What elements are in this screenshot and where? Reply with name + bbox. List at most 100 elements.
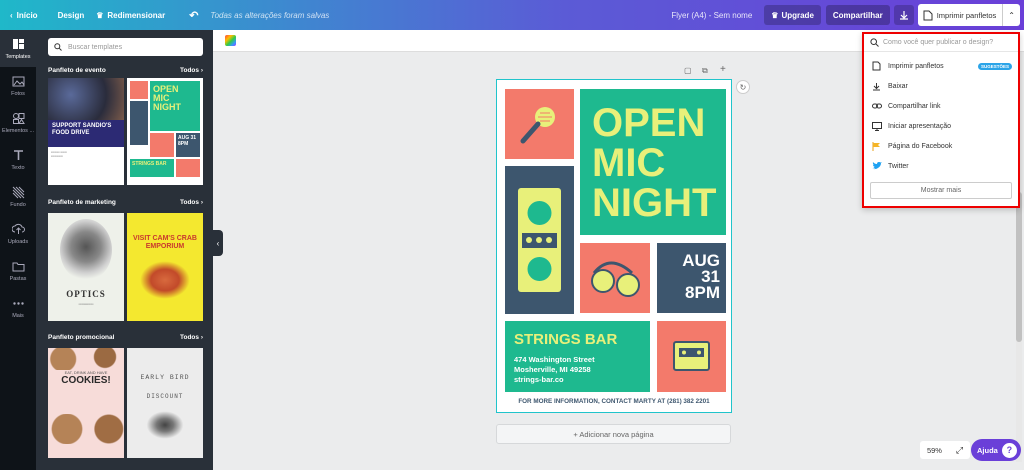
crown-icon: ♛ bbox=[96, 10, 104, 20]
rail-item-mais[interactable]: Mais bbox=[0, 289, 36, 326]
publish-search-input[interactable]: Como você quer publicar o design? bbox=[864, 34, 1018, 52]
print-doc-icon bbox=[872, 61, 881, 71]
venue-name: STRINGS BAR bbox=[514, 331, 618, 348]
design-page[interactable]: OPEN MIC NIGHT AUG 31 8PM STRINGS BAR 47… bbox=[496, 79, 732, 413]
publish-option-download[interactable]: Baixar bbox=[864, 76, 1018, 96]
address-line: 474 Washington Street bbox=[514, 355, 595, 364]
template-search-input[interactable]: Buscar templates bbox=[48, 38, 203, 56]
download-icon bbox=[873, 82, 880, 90]
headline-line: OPEN bbox=[592, 101, 706, 145]
template-thumbnail[interactable]: SUPPORT SANDIO'S FOOD DRIVE ▪▪▪▪▪▪▪▪ ▪▪▪… bbox=[48, 78, 124, 185]
microphone-tile[interactable] bbox=[505, 89, 574, 159]
headline-line: MIC bbox=[592, 141, 666, 185]
facebook-flag-icon bbox=[872, 141, 880, 151]
templates-icon bbox=[12, 38, 24, 49]
see-all-link[interactable]: Todos › bbox=[180, 199, 203, 206]
headphones-tile[interactable] bbox=[580, 243, 650, 313]
undo-button[interactable]: ↶ bbox=[183, 0, 204, 30]
download-icon bbox=[899, 11, 908, 20]
folder-icon bbox=[12, 262, 24, 271]
color-picker-icon[interactable] bbox=[225, 35, 236, 46]
share-button[interactable]: Compartilhar bbox=[825, 5, 890, 25]
link-icon bbox=[872, 103, 882, 109]
rail-item-fundo[interactable]: Fundo bbox=[0, 178, 36, 215]
headphones-icon bbox=[591, 261, 640, 297]
upload-icon bbox=[11, 223, 25, 234]
search-icon bbox=[870, 38, 879, 47]
publish-option-twitter[interactable]: Twitter bbox=[864, 156, 1018, 176]
zoom-control[interactable]: 59% ⤢ bbox=[920, 441, 970, 459]
rail-item-label: Elementos ... bbox=[1, 127, 35, 134]
download-button[interactable] bbox=[893, 5, 914, 25]
note-icon[interactable]: ▢ bbox=[684, 66, 692, 75]
left-rail: Templates Fotos Elementos ... Texto Fundo Upl… bbox=[0, 30, 36, 470]
date-line: 8PM bbox=[685, 283, 720, 302]
rotate-icon[interactable]: ↻ bbox=[736, 80, 750, 94]
document-name[interactable]: Flyer (A4) - Sem nome bbox=[665, 0, 758, 30]
section-header: Panfleto de marketing Todos › bbox=[48, 199, 203, 206]
photo-icon bbox=[12, 76, 24, 86]
chevron-up-icon[interactable]: ⌃ bbox=[1002, 4, 1015, 26]
date-tile[interactable]: AUG 31 8PM bbox=[657, 243, 726, 313]
chevron-left-icon: ‹ bbox=[10, 10, 13, 20]
print-flyers-button[interactable]: Imprimir panfletos ⌃ bbox=[917, 4, 1020, 26]
boombox-tile[interactable] bbox=[505, 166, 574, 314]
rail-item-uploads[interactable]: Uploads bbox=[0, 215, 36, 252]
top-bar: ‹ Início Design ♛ Redimensionar ↶ Todas as… bbox=[0, 0, 1024, 30]
save-status: Todas as alterações foram salvas bbox=[210, 10, 330, 20]
template-thumbnail[interactable]: EAT, DRINK AND HAVE COOKIES! bbox=[48, 348, 124, 458]
cassette-icon bbox=[673, 341, 710, 371]
rail-item-label: Texto bbox=[11, 164, 25, 171]
rail-item-texto[interactable]: Texto bbox=[0, 141, 36, 178]
publish-option-facebook[interactable]: Página do Facebook bbox=[864, 136, 1018, 156]
rail-item-label: Fundo bbox=[10, 201, 26, 208]
help-button[interactable]: Ajuda ? bbox=[971, 439, 1021, 461]
add-page-button[interactable]: + Adicionar nova página bbox=[496, 424, 731, 444]
section-header: Panfleto promocional Todos › bbox=[48, 334, 203, 341]
headline-line: NIGHT bbox=[592, 181, 717, 225]
rail-item-elementos[interactable]: Elementos ... bbox=[0, 104, 36, 141]
template-thumbnail[interactable]: EARLY BIRD DISCOUNT bbox=[127, 348, 203, 458]
print-doc-icon bbox=[923, 10, 933, 20]
rail-item-label: Mais bbox=[12, 312, 24, 319]
microphone-icon bbox=[520, 107, 555, 144]
publish-dropdown: Como você quer publicar o design? Imprim… bbox=[862, 32, 1020, 208]
design-menu[interactable]: Design bbox=[52, 0, 91, 30]
duplicate-page-icon[interactable]: ⧉ bbox=[702, 66, 708, 76]
suggestion-badge: SUGESTÕES bbox=[977, 62, 1012, 70]
rail-item-label: Uploads bbox=[7, 238, 29, 245]
templates-panel: Buscar templates Panfleto de evento Todos… bbox=[36, 30, 223, 470]
boombox-icon bbox=[518, 188, 561, 292]
rail-item-fotos[interactable]: Fotos bbox=[0, 67, 36, 104]
rail-item-pastas[interactable]: Pastas bbox=[0, 252, 36, 289]
rail-item-label: Fotos bbox=[11, 90, 25, 97]
publish-option-present[interactable]: Iniciar apresentação bbox=[864, 116, 1018, 136]
upgrade-button[interactable]: ♛ Upgrade bbox=[764, 5, 821, 25]
question-icon: ? bbox=[1001, 442, 1017, 458]
publish-option-print[interactable]: Imprimir panfletos SUGESTÕES bbox=[864, 56, 1018, 76]
venue-tile[interactable]: STRINGS BAR 474 Washington Street Mosher… bbox=[505, 321, 650, 392]
see-all-link[interactable]: Todos › bbox=[180, 334, 203, 341]
address-line: Mosherville, MI 49258 bbox=[514, 365, 591, 374]
text-icon bbox=[13, 149, 23, 160]
rail-item-label: Pastas bbox=[9, 275, 27, 282]
address-line: strings-bar.co bbox=[514, 375, 564, 384]
template-thumbnail[interactable]: OPTICS ▪▪▪▪▪▪▪▪▪▪▪▪▪▪ bbox=[48, 213, 124, 321]
show-more-button[interactable]: Mostrar mais bbox=[870, 182, 1012, 199]
template-thumbnail[interactable]: VISIT CAM'S CRAB EMPORIUM bbox=[127, 213, 203, 321]
footer-contact: FOR MORE INFORMATION, CONTACT MARTY AT (… bbox=[518, 398, 710, 405]
template-thumbnail[interactable]: OPEN MIC NIGHT AUG 31 8PM STRINGS BAR bbox=[127, 78, 203, 185]
more-icon bbox=[12, 301, 24, 305]
rail-item-templates[interactable]: Templates bbox=[0, 30, 36, 67]
rail-item-label: Templates bbox=[5, 53, 31, 60]
shapes-icon bbox=[12, 112, 25, 124]
see-all-link[interactable]: Todos › bbox=[180, 67, 203, 74]
resize-button[interactable]: ♛ Redimensionar bbox=[90, 0, 171, 30]
home-button[interactable]: ‹ Início bbox=[0, 0, 44, 30]
add-page-icon[interactable]: + bbox=[720, 64, 726, 75]
fullscreen-icon[interactable]: ⤢ bbox=[956, 445, 963, 456]
crown-icon: ♛ bbox=[771, 10, 779, 20]
publish-option-share-link[interactable]: Compartilhar link bbox=[864, 96, 1018, 116]
headline-tile[interactable]: OPEN MIC NIGHT bbox=[580, 89, 726, 235]
cassette-tile[interactable] bbox=[657, 321, 726, 392]
